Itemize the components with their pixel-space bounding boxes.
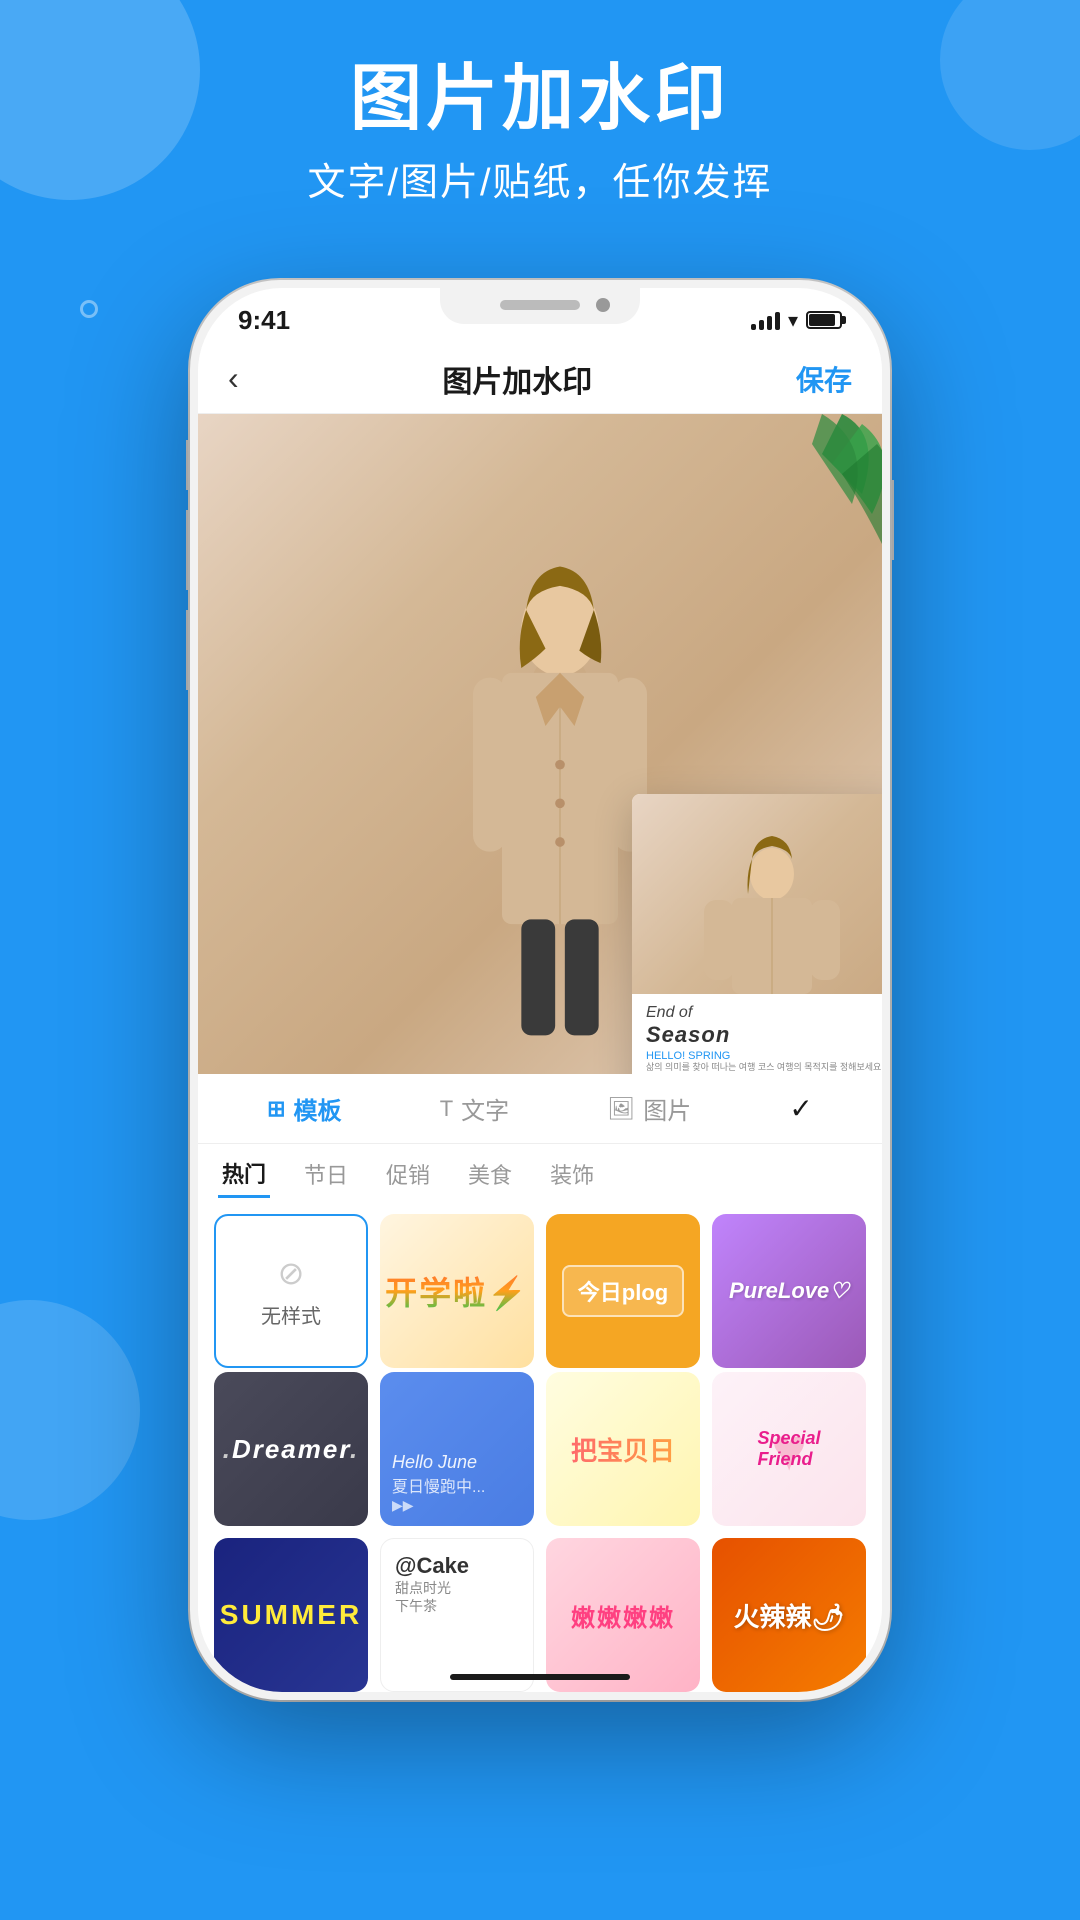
cat-food[interactable]: 美食 bbox=[464, 1152, 516, 1196]
template-baby[interactable]: 把宝贝日 bbox=[546, 1372, 700, 1526]
phone-frame: 9:41 ▾ ‹ 图片加水印 保存 bbox=[190, 280, 890, 1700]
status-icons: ▾ bbox=[751, 308, 842, 333]
school-text: 开学啦⚡ bbox=[385, 1268, 529, 1314]
template-plog[interactable]: 今日plog bbox=[546, 1214, 700, 1368]
watermark-card-image bbox=[632, 794, 882, 994]
signal-icon bbox=[751, 310, 780, 330]
home-indicator bbox=[450, 1674, 630, 1680]
dreamer-text: .Dreamer. bbox=[223, 1434, 360, 1465]
phone-mockup: 9:41 ▾ ‹ 图片加水印 保存 bbox=[190, 280, 890, 1700]
no-style-label: 无样式 bbox=[261, 1300, 321, 1329]
watermark-card-text: End of Season HELLO! SPRING 삶의 의미를 찾아 떠나… bbox=[632, 994, 882, 1074]
grid-icon: ⊞ bbox=[267, 1096, 285, 1122]
image-icon: 🖼 bbox=[607, 1096, 635, 1122]
friend-text: SpecialFriend bbox=[757, 1428, 820, 1470]
category-tabs: 热门 节日 促销 美食 装饰 bbox=[198, 1144, 882, 1204]
june-music: ▶▶ bbox=[392, 1497, 414, 1514]
fashion-photo: End of Season HELLO! SPRING 삶의 의미를 찾아 떠나… bbox=[198, 414, 882, 1074]
speaker bbox=[500, 300, 580, 310]
header-title: 图片加水印 bbox=[0, 60, 1080, 139]
cake-line2: 甜点时光下午茶 bbox=[395, 1579, 451, 1615]
cat-holiday[interactable]: 节日 bbox=[300, 1152, 352, 1196]
main-image-area: End of Season HELLO! SPRING 삶의 의미를 찾아 떠나… bbox=[198, 414, 882, 1074]
nen-text: 嫩嫩嫩嫩 bbox=[571, 1598, 675, 1633]
template-hot[interactable]: 火辣辣🌶 bbox=[712, 1538, 866, 1692]
tab-template[interactable]: ⊞ 模板 bbox=[247, 1081, 361, 1136]
template-school[interactable]: 开学啦⚡ bbox=[380, 1214, 534, 1368]
battery-icon bbox=[806, 311, 842, 329]
bg-circle-bottomleft bbox=[0, 1300, 140, 1520]
cake-line1: @Cake bbox=[395, 1553, 469, 1579]
camera bbox=[596, 298, 610, 312]
summer-text: SUMMER bbox=[220, 1599, 362, 1631]
template-cake[interactable]: @Cake 甜点时光下午茶 bbox=[380, 1538, 534, 1692]
no-style-icon: ⊘ bbox=[278, 1254, 305, 1292]
text-icon: T bbox=[440, 1096, 453, 1122]
check-icon: ✓ bbox=[789, 1092, 812, 1125]
header-area: 图片加水印 文字/图片/贴纸，任你发挥 bbox=[0, 60, 1080, 206]
plog-text: 今日plog bbox=[562, 1265, 684, 1317]
bottom-tabs: ⊞ 模板 T 文字 🖼 图片 ✓ bbox=[198, 1074, 882, 1144]
phone-notch bbox=[440, 288, 640, 324]
template-june[interactable]: Hello June 夏日慢跑中... ▶▶ bbox=[380, 1372, 534, 1526]
baby-text: 把宝贝日 bbox=[571, 1431, 675, 1468]
phone-inner: 9:41 ▾ ‹ 图片加水印 保存 bbox=[198, 288, 882, 1692]
template-grid: ⊘ 无样式 开学啦⚡ 今日plog PureLove♡ bbox=[198, 1204, 882, 1692]
template-friend[interactable]: ♥ SpecialFriend bbox=[712, 1372, 866, 1526]
tab-image-label: 图片 bbox=[643, 1091, 691, 1126]
tab-check[interactable]: ✓ bbox=[769, 1082, 832, 1135]
tab-text[interactable]: T 文字 bbox=[420, 1081, 529, 1136]
cat-hot[interactable]: 热门 bbox=[218, 1151, 270, 1198]
template-summer[interactable]: SUMMER bbox=[214, 1538, 368, 1692]
nav-title: 图片加水印 bbox=[442, 357, 592, 401]
card-person bbox=[632, 794, 882, 994]
template-love[interactable]: PureLove♡ bbox=[712, 1214, 866, 1368]
nav-save-button[interactable]: 保存 bbox=[796, 359, 852, 399]
june-line2: 夏日慢跑中... bbox=[392, 1473, 485, 1497]
cat-promo[interactable]: 促销 bbox=[382, 1152, 434, 1196]
template-no-style[interactable]: ⊘ 无样式 bbox=[214, 1214, 368, 1368]
nav-bar: ‹ 图片加水印 保存 bbox=[198, 344, 882, 414]
template-dreamer[interactable]: .Dreamer. bbox=[214, 1372, 368, 1526]
tab-image[interactable]: 🖼 图片 bbox=[587, 1081, 711, 1136]
status-time: 9:41 bbox=[238, 305, 290, 336]
bg-dot bbox=[80, 300, 98, 318]
june-line1: Hello June bbox=[392, 1452, 477, 1473]
watermark-card: End of Season HELLO! SPRING 삶의 의미를 찾아 떠나… bbox=[632, 794, 882, 1074]
wifi-icon: ▾ bbox=[788, 308, 798, 333]
nav-back-button[interactable]: ‹ bbox=[228, 360, 239, 397]
hot-text: 火辣辣🌶 bbox=[733, 1597, 844, 1634]
cat-deco[interactable]: 装饰 bbox=[546, 1152, 598, 1196]
tab-template-label: 模板 bbox=[294, 1091, 342, 1126]
tab-text-label: 文字 bbox=[461, 1091, 509, 1126]
template-nen[interactable]: 嫩嫩嫩嫩 bbox=[546, 1538, 700, 1692]
header-subtitle: 文字/图片/贴纸，任你发挥 bbox=[0, 151, 1080, 206]
love-text: PureLove♡ bbox=[729, 1278, 849, 1304]
